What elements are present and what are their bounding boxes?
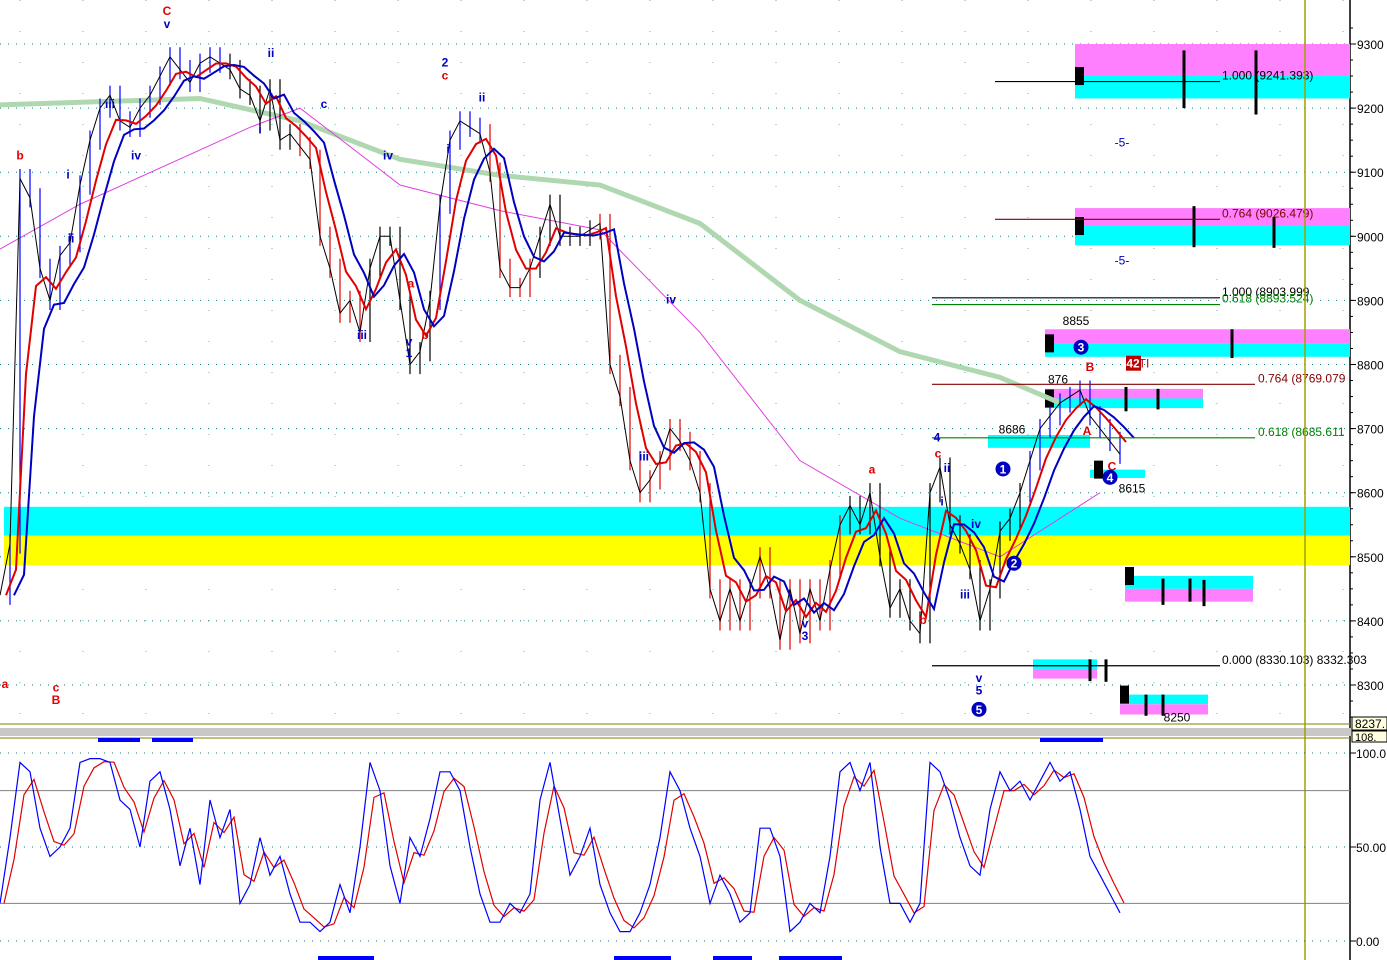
price-readout: 8237. xyxy=(1355,717,1385,731)
wave-label: b xyxy=(919,613,926,627)
price-label: 8686 xyxy=(999,423,1026,437)
wave-label: iv xyxy=(971,517,981,531)
wave-label: iii xyxy=(105,97,115,111)
target-zone xyxy=(988,435,1090,448)
wave-label: ii xyxy=(268,46,275,60)
y-tick-label: 9200 xyxy=(1357,102,1384,116)
price-label: 8855 xyxy=(1063,314,1090,328)
zone-marker xyxy=(1075,67,1084,86)
price-label: 876 xyxy=(1048,373,1068,387)
signal-bar xyxy=(713,956,752,960)
wave-label: B xyxy=(1086,360,1095,374)
signal-bar xyxy=(98,738,140,742)
fib-level-label: 0.764 (8769.079 xyxy=(1258,371,1346,385)
wave-label: B xyxy=(52,693,61,707)
wave-label: i xyxy=(940,495,943,509)
wave-circle-label: 3 xyxy=(1078,341,1085,355)
wave-label: iii xyxy=(639,450,649,464)
wave-label: b xyxy=(421,328,428,342)
target-zone xyxy=(4,506,1350,536)
price-label: -5- xyxy=(1115,254,1130,268)
zone-marker xyxy=(1045,334,1054,353)
wave-label: 5 xyxy=(976,684,983,698)
wave-label: 4 xyxy=(934,430,941,444)
target-zone xyxy=(1033,668,1097,679)
wave-label: i xyxy=(258,123,261,137)
signal-bar xyxy=(318,956,374,960)
wave-label: iv xyxy=(666,293,676,307)
wave-label: iv xyxy=(383,148,393,162)
price-label: 8615 xyxy=(1119,482,1146,496)
target-zone xyxy=(1075,226,1350,246)
zone-marker xyxy=(1120,685,1129,704)
y-tick-label: 9000 xyxy=(1357,230,1384,244)
wave-label: a xyxy=(408,277,415,291)
wave-circle-label: 4 xyxy=(1107,471,1114,485)
wave-label: ii xyxy=(944,461,951,475)
price-label: -5- xyxy=(1115,136,1130,150)
oscillator-tick-label: 100.0 xyxy=(1356,747,1386,761)
zone-marker xyxy=(1125,567,1134,586)
wave-label: c xyxy=(442,68,449,82)
signal-bar xyxy=(1040,738,1103,742)
y-tick-label: 8500 xyxy=(1357,551,1384,565)
wave-label: ii xyxy=(479,91,486,105)
wave-circle-label: 1 xyxy=(1000,462,1007,476)
wave-label: c xyxy=(321,97,328,111)
y-tick-label: 8600 xyxy=(1357,487,1384,501)
oscillator-panel xyxy=(0,738,1350,960)
y-tick-label: 8300 xyxy=(1357,679,1384,693)
wave-label: iii xyxy=(357,328,367,342)
pti-box-label: 42 xyxy=(1126,357,1140,371)
target-zone xyxy=(1033,659,1097,669)
target-zone xyxy=(1045,398,1203,409)
wave-label: iii xyxy=(960,587,970,601)
wave-label: ii xyxy=(68,232,75,246)
wave-label: A xyxy=(1083,424,1092,438)
y-tick-label: 8700 xyxy=(1357,423,1384,437)
fib-level-label: 0.000 (8330.103) 8332.303 xyxy=(1222,653,1367,667)
signal-bar xyxy=(614,956,671,960)
fib-level-label: 0.618 (8685.611 xyxy=(1258,425,1345,439)
y-tick-label: 9300 xyxy=(1357,38,1384,52)
panel-splitter[interactable] xyxy=(0,728,1387,736)
price-axis xyxy=(1350,0,1387,960)
signal-bar xyxy=(779,956,842,960)
y-tick-label: 8800 xyxy=(1357,359,1384,373)
wave-circle-label: 5 xyxy=(976,703,983,717)
wave-label: b xyxy=(16,148,23,162)
stock-chart: 9300 9200 9100 9000 8900 8800 8700 8600 8500 8400… xyxy=(0,0,1387,960)
wave-label: v xyxy=(164,17,171,31)
wave-label: i xyxy=(446,142,449,156)
oscillator-tick-label: 50.00 xyxy=(1356,841,1386,855)
fib-level-label: 0.618 (8893.524) xyxy=(1222,292,1313,306)
zone-marker xyxy=(1094,460,1103,479)
y-tick-label: 9100 xyxy=(1357,166,1384,180)
price-label: 8250 xyxy=(1164,711,1191,725)
fib-level-label: 1.000 (9241.393) xyxy=(1222,69,1313,83)
wave-label: c xyxy=(935,446,942,460)
wave-label: a xyxy=(2,677,9,691)
wave-circle-label: 2 xyxy=(1011,557,1018,571)
wave-label: a xyxy=(869,462,876,476)
target-zone xyxy=(4,535,1350,566)
wave-label: i xyxy=(66,168,69,182)
oscillator-readout: 108. xyxy=(1355,732,1376,744)
oscillator-tick-label: 0.00 xyxy=(1356,935,1380,949)
fib-level-label: 0.764 (9026.479) xyxy=(1222,206,1313,220)
wave-label: 3 xyxy=(802,629,809,643)
y-tick-label: 8900 xyxy=(1357,294,1384,308)
y-tick-label: 8400 xyxy=(1357,615,1384,629)
wave-label: 1 xyxy=(406,346,413,360)
signal-bar xyxy=(152,738,193,742)
wave-label: iv xyxy=(131,148,141,162)
